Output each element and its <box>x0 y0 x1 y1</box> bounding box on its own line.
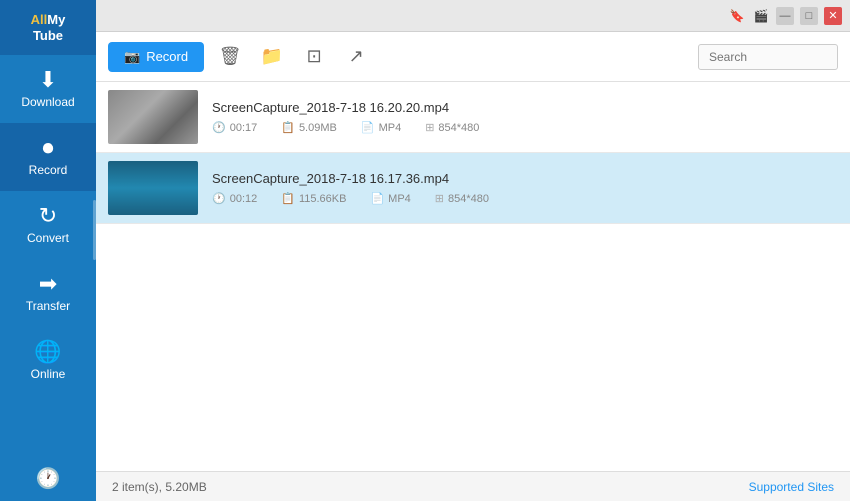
format-meta-icon: 📄 <box>370 192 384 205</box>
size-value: 5.09MB <box>299 122 337 134</box>
sidebar-item-transfer[interactable]: ➡ Transfer <box>0 259 96 327</box>
clock-meta-icon: 🕐 <box>212 121 226 134</box>
file-meta: 🕐 00:17 📋 5.09MB 📄 MP4 ⊞ 854*480 <box>212 121 838 134</box>
resolution-meta-icon: ⊞ <box>435 192 444 205</box>
table-row[interactable]: ScreenCapture_2018-7-18 16.17.36.mp4 🕐 0… <box>96 153 850 224</box>
folder-button[interactable]: 📁 <box>256 41 288 73</box>
size-meta: 📋 115.66KB <box>281 192 346 205</box>
status-bar: 2 item(s), 5.20MB Supported Sites <box>96 471 850 501</box>
sidebar-nav: ⬇ Download ⏺ Record ↻ Convert ➡ Transfer… <box>0 55 96 466</box>
resolution-meta: ⊞ 854*480 <box>435 192 489 205</box>
format-value: MP4 <box>388 193 411 205</box>
supported-sites-link[interactable]: Supported Sites <box>749 480 834 494</box>
close-button[interactable]: ✕ <box>824 7 842 25</box>
sidebar-item-online[interactable]: 🌐 Online <box>0 327 96 395</box>
transfer-icon: ➡ <box>39 273 57 295</box>
main-panel: 🔖 🎬 — □ ✕ 📷 Record 🗑 📁 ⊡ ↗ ScreenCapture… <box>96 0 850 501</box>
file-thumbnail <box>108 161 198 215</box>
thumbnail-image <box>108 161 198 215</box>
sidebar-item-record-label: Record <box>29 163 68 177</box>
file-thumbnail <box>108 90 198 144</box>
delete-button[interactable]: 🗑 <box>214 41 246 73</box>
sidebar-item-convert-label: Convert <box>27 231 69 245</box>
record-button[interactable]: 📷 Record <box>108 42 204 72</box>
clock-icon: 🕐 <box>36 466 61 491</box>
convert-icon: ↻ <box>39 205 57 227</box>
file-list: ScreenCapture_2018-7-18 16.20.20.mp4 🕐 0… <box>96 82 850 471</box>
titlebar-icon-2[interactable]: 🎬 <box>752 7 770 25</box>
format-meta-icon: 📄 <box>361 121 375 134</box>
duration-value: 00:17 <box>230 122 258 134</box>
file-meta: 🕐 00:12 📋 115.66KB 📄 MP4 ⊞ 854*480 <box>212 192 838 205</box>
resolution-value: 854*480 <box>438 122 479 134</box>
file-info: ScreenCapture_2018-7-18 16.20.20.mp4 🕐 0… <box>212 100 838 134</box>
file-info: ScreenCapture_2018-7-18 16.17.36.mp4 🕐 0… <box>212 171 838 205</box>
resolution-value: 854*480 <box>448 193 489 205</box>
sidebar-item-record[interactable]: ⏺ Record <box>0 123 96 191</box>
format-value: MP4 <box>379 122 402 134</box>
minimize-button[interactable]: — <box>776 7 794 25</box>
size-meta-icon: 📋 <box>281 121 295 134</box>
sidebar-item-download-label: Download <box>21 95 74 109</box>
record-icon: ⏺ <box>42 137 53 159</box>
export-button[interactable]: ↗ <box>340 41 372 73</box>
size-meta-icon: 📋 <box>281 192 295 205</box>
titlebar-icon-1[interactable]: 🔖 <box>728 7 746 25</box>
status-info: 2 item(s), 5.20MB <box>112 480 207 494</box>
resolution-meta-icon: ⊞ <box>425 121 434 134</box>
sidebar: AllMyTube ⬇ Download ⏺ Record ↻ Convert … <box>0 0 96 501</box>
table-row[interactable]: ScreenCapture_2018-7-18 16.20.20.mp4 🕐 0… <box>96 82 850 153</box>
duration-meta: 🕐 00:17 <box>212 121 257 134</box>
sidebar-bottom: 🕐 <box>36 466 61 501</box>
sidebar-item-transfer-label: Transfer <box>26 299 70 313</box>
size-meta: 📋 5.09MB <box>281 121 337 134</box>
file-name: ScreenCapture_2018-7-18 16.20.20.mp4 <box>212 100 838 115</box>
sidebar-item-convert[interactable]: ↻ Convert <box>0 191 96 259</box>
thumbnail-image <box>108 90 198 144</box>
scroll-indicator <box>93 200 96 260</box>
toolbar: 📷 Record 🗑 📁 ⊡ ↗ <box>96 32 850 82</box>
file-name: ScreenCapture_2018-7-18 16.17.36.mp4 <box>212 171 838 186</box>
duration-value: 00:12 <box>230 193 258 205</box>
format-meta: 📄 MP4 <box>361 121 401 134</box>
logo-text: AllMyTube <box>31 12 66 43</box>
format-meta: 📄 MP4 <box>370 192 410 205</box>
record-camera-icon: 📷 <box>124 49 140 65</box>
record-button-label: Record <box>146 49 188 64</box>
clock-meta-icon: 🕐 <box>212 192 226 205</box>
sidebar-item-download[interactable]: ⬇ Download <box>0 55 96 123</box>
size-value: 115.66KB <box>299 193 347 205</box>
duration-meta: 🕐 00:12 <box>212 192 257 205</box>
search-input[interactable] <box>698 44 838 70</box>
resolution-meta: ⊞ 854*480 <box>425 121 479 134</box>
title-bar: 🔖 🎬 — □ ✕ <box>96 0 850 32</box>
app-logo: AllMyTube <box>0 0 96 55</box>
sidebar-item-online-label: Online <box>31 367 66 381</box>
crop-button[interactable]: ⊡ <box>298 41 330 73</box>
online-icon: 🌐 <box>34 341 61 363</box>
maximize-button[interactable]: □ <box>800 7 818 25</box>
download-icon: ⬇ <box>39 69 57 91</box>
